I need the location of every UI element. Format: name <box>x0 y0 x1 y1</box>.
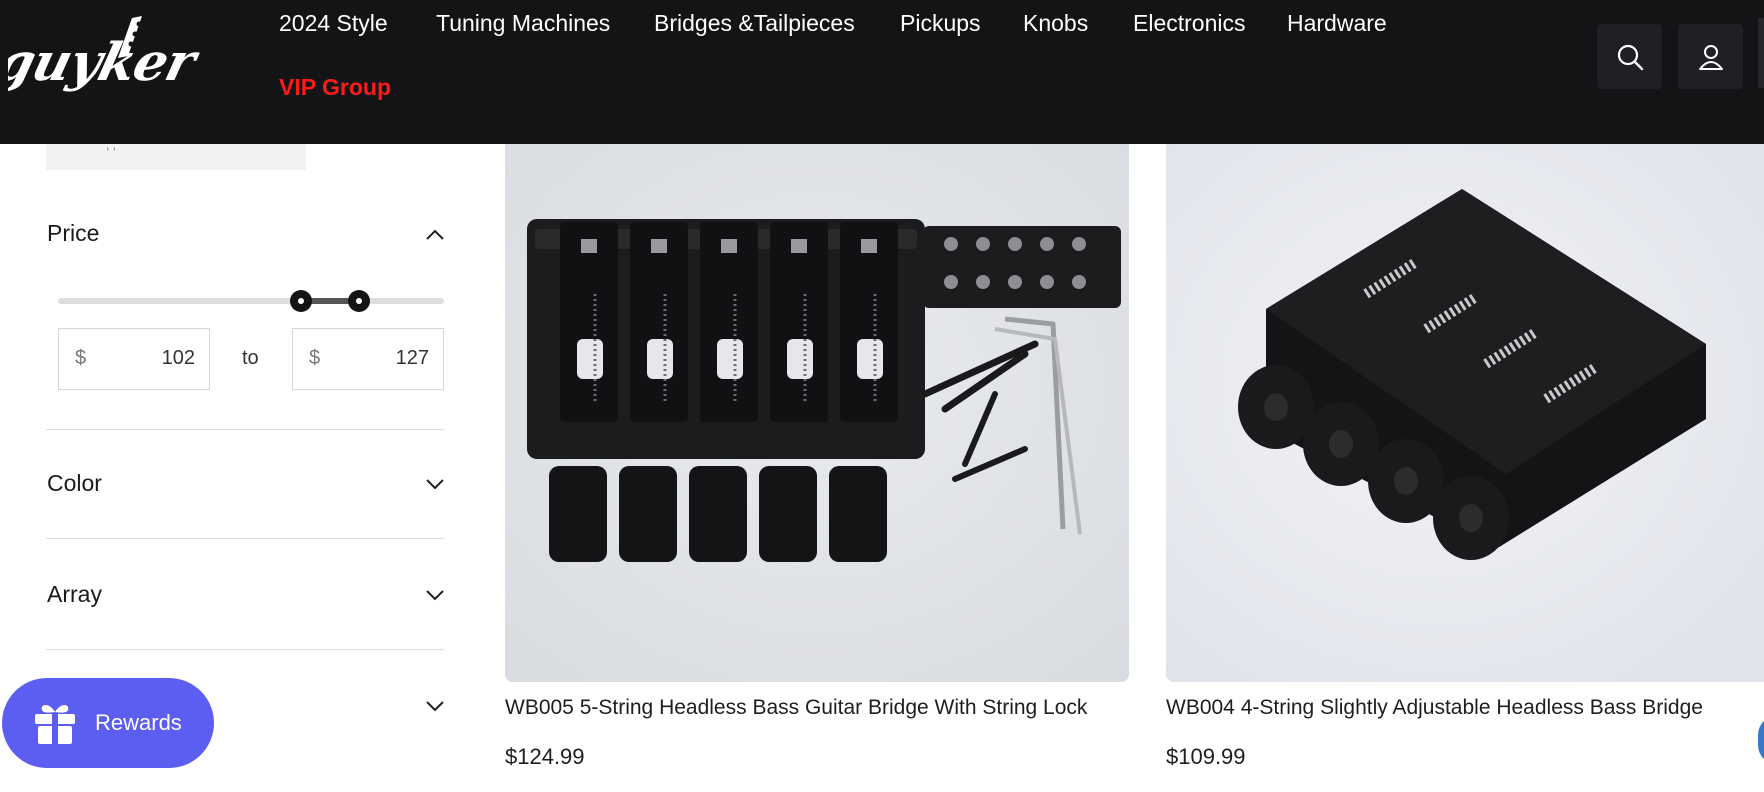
nav-item-tuning-machines[interactable]: Tuning Machines <box>436 10 610 37</box>
price-slider-min-handle[interactable] <box>290 290 313 312</box>
price-slider-max-handle[interactable] <box>348 290 371 312</box>
price-filter-title[interactable]: Price <box>47 220 99 247</box>
bass-bridge-5-string-image <box>505 144 1129 682</box>
chevron-down-icon[interactable] <box>424 588 446 602</box>
price-max-input[interactable]: $ 127 <box>292 328 444 390</box>
product-price: $109.99 <box>1166 744 1246 769</box>
gift-icon <box>35 705 75 744</box>
chevron-up-icon[interactable] <box>424 228 446 242</box>
header-edge-control <box>1758 18 1764 88</box>
previous-filter-box: , , <box>46 138 306 170</box>
rewards-label: Rewards <box>95 710 182 735</box>
currency-symbol: $ <box>75 347 87 369</box>
product-title[interactable]: WB004 4-String Slightly Adjustable Headl… <box>1166 696 1703 720</box>
nav-item-pickups[interactable]: Pickups <box>900 10 981 37</box>
product-price: $124.99 <box>505 744 585 769</box>
color-filter-title[interactable]: Color <box>47 470 102 497</box>
rewards-launcher-button[interactable]: Rewards <box>2 678 214 768</box>
main-nav: 2024 Style Tuning Machines Bridges &Tail… <box>279 0 1429 144</box>
product-title[interactable]: WB005 5-String Headless Bass Guitar Brid… <box>505 696 1087 720</box>
nav-item-vip-group[interactable]: VIP Group <box>279 74 391 101</box>
user-icon <box>1698 44 1723 70</box>
price-min-input[interactable]: $ 102 <box>58 328 210 390</box>
currency-symbol: $ <box>309 347 321 369</box>
divider <box>46 649 444 650</box>
chat-widget-button[interactable] <box>1758 715 1764 765</box>
array-filter-title[interactable]: Array <box>47 581 102 608</box>
account-button[interactable] <box>1678 24 1743 89</box>
chevron-down-icon[interactable] <box>424 699 446 713</box>
search-icon <box>1617 44 1643 70</box>
price-to-label: to <box>242 347 259 369</box>
nav-item-hardware[interactable]: Hardware <box>1287 10 1387 37</box>
bass-bridge-4-string-image <box>1166 144 1764 682</box>
nav-item-bridges-tailpieces[interactable]: Bridges &Tailpieces <box>654 10 855 37</box>
svg-text:guyker: guyker <box>8 32 206 93</box>
search-button[interactable] <box>1597 24 1662 89</box>
nav-item-2024-style[interactable]: 2024 Style <box>279 10 388 37</box>
chevron-down-icon[interactable] <box>424 477 446 491</box>
price-min-value: 102 <box>161 347 195 369</box>
price-max-value: 127 <box>395 347 429 369</box>
site-header: guyker 2024 Style Tuning Machines Bridge… <box>0 0 1764 144</box>
product-image[interactable] <box>505 144 1129 682</box>
divider <box>46 538 444 539</box>
divider <box>46 429 444 430</box>
nav-item-electronics[interactable]: Electronics <box>1133 10 1245 37</box>
price-slider-track[interactable] <box>58 298 444 304</box>
product-image[interactable] <box>1166 144 1764 682</box>
nav-item-knobs[interactable]: Knobs <box>1023 10 1088 37</box>
guyker-logo[interactable]: guyker <box>8 16 220 100</box>
